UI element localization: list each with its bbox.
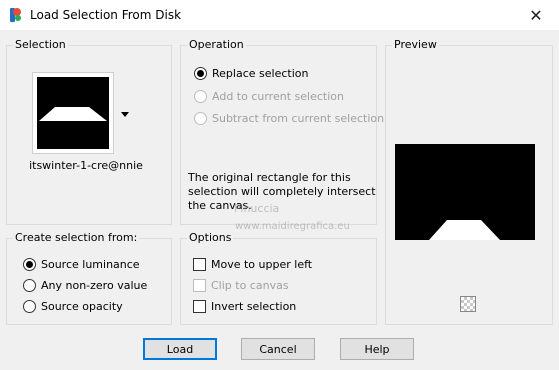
load-button[interactable]: Load [143,338,217,360]
checkbox-label: Clip to canvas [211,279,289,292]
preview-canvas [395,144,535,240]
options-group-label: Options [187,231,234,244]
checkbox [193,279,206,292]
checkbox-invert-selection[interactable]: Invert selection [193,300,296,313]
radio-source-opacity[interactable]: Source opacity [23,300,123,313]
cancel-button[interactable]: Cancel [241,338,315,360]
checkbox[interactable] [193,258,206,271]
preview-selection-shape [429,220,500,240]
title-bar: Load Selection From Disk ✕ [0,0,559,30]
checkbox-move-upper-left[interactable]: Move to upper left [193,258,312,271]
radio-subtract-selection: Subtract from current selection [194,112,384,125]
close-icon: ✕ [529,5,543,25]
radio-source-luminance[interactable]: Source luminance [23,258,140,271]
radio-label: Any non-zero value [41,279,148,292]
selection-group-label: Selection [13,38,68,51]
operation-group-label: Operation [187,38,246,51]
background-toggle-icon[interactable] [460,296,476,312]
radio-label: Source luminance [41,258,140,271]
selection-file-name: itswinter-1-cre@nnie [29,159,143,172]
radio-any-non-zero[interactable]: Any non-zero value [23,279,147,292]
operation-group: Operation Replace selection Add to curre… [180,38,384,225]
checkbox-label: Invert selection [211,300,297,313]
radio-label: Subtract from current selection [212,112,385,125]
options-group: Options Move to upper left Clip to canva… [180,231,377,325]
checkbox[interactable] [193,300,206,313]
create-group-label: Create selection from: [13,231,140,244]
operation-info-text: The original rectangle for this selectio… [188,171,376,212]
radio-button[interactable] [23,279,36,292]
preview-group-label: Preview [392,38,439,51]
radio-label: Replace selection [212,67,309,80]
radio-replace-selection[interactable]: Replace selection [194,67,308,80]
window-title: Load Selection From Disk [30,8,182,22]
close-button[interactable]: ✕ [513,0,559,30]
selection-shape [39,107,107,121]
selection-thumbnail[interactable] [32,72,114,154]
selection-group: Selection itswinter-1-cre@nnie [6,38,172,225]
preview-group: Preview [385,38,553,325]
radio-button [194,112,207,125]
radio-add-to-selection: Add to current selection [194,90,344,103]
radio-label: Source opacity [41,300,123,313]
checkbox-clip-to-canvas: Clip to canvas [193,279,289,292]
checkbox-label: Move to upper left [211,258,313,271]
radio-label: Add to current selection [212,90,344,103]
create-selection-group: Create selection from: Source luminance … [6,231,172,325]
radio-button[interactable] [23,258,36,271]
help-button[interactable]: Help [340,338,414,360]
chevron-down-icon[interactable] [121,110,129,118]
radio-button [194,90,207,103]
radio-button[interactable] [23,300,36,313]
app-icon [10,8,21,22]
radio-button[interactable] [194,67,207,80]
